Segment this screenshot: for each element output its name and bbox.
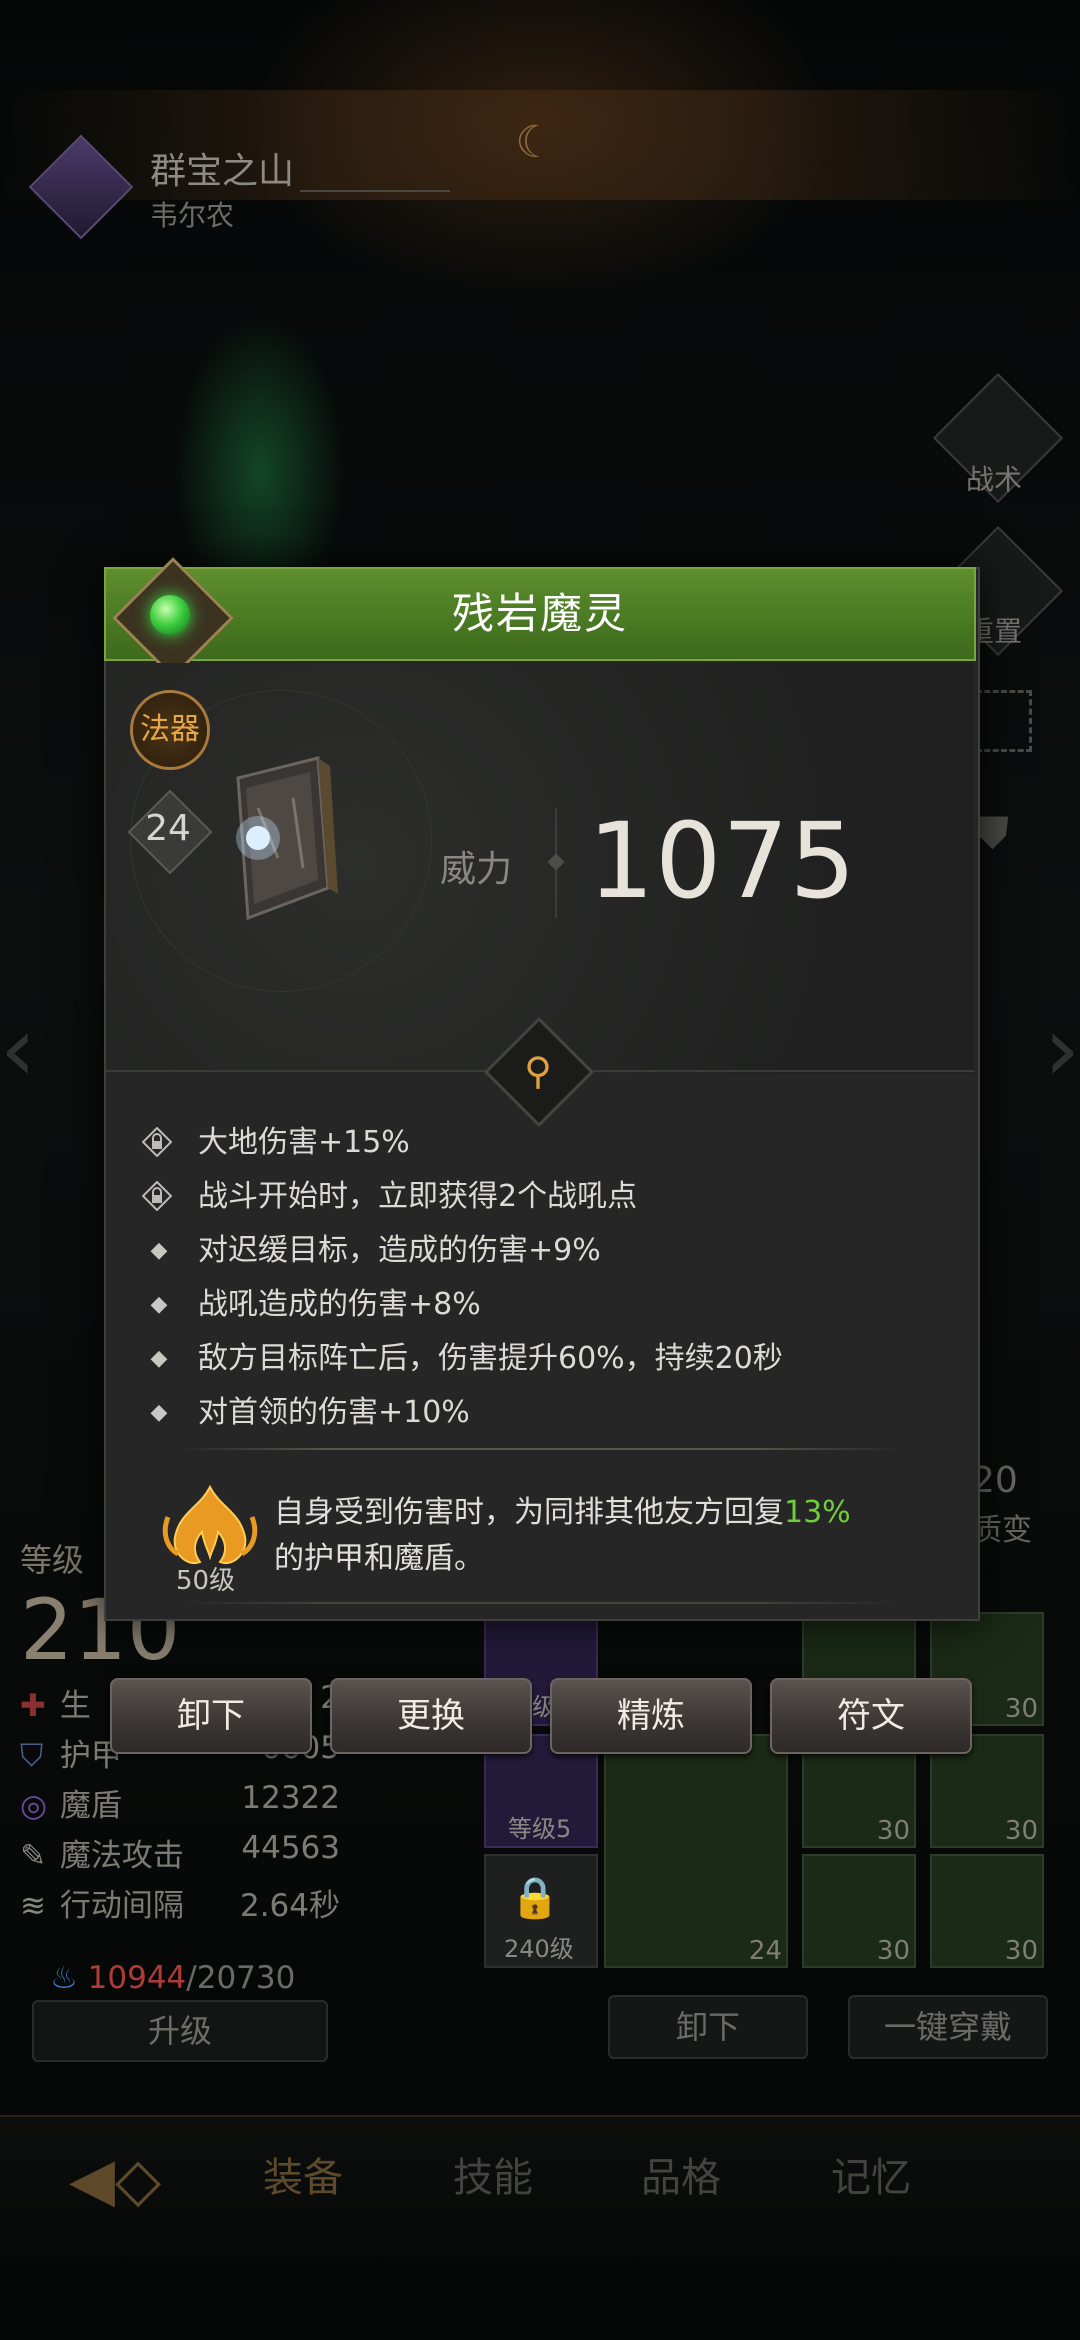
item-name: 残岩魔灵: [451, 589, 628, 638]
action-interval-icon: ≋: [20, 1888, 46, 1924]
tab-equipment[interactable]: 装备: [228, 2145, 378, 2203]
special-skill-flame-icon: [162, 1484, 258, 1565]
tab-skills[interactable]: 技能: [418, 2145, 568, 2203]
expand-icon[interactable]: [976, 690, 1032, 752]
power-value: 1075: [588, 800, 857, 922]
armor-preview-icon[interactable]: ⛊: [976, 808, 1026, 864]
attribute-text: 敌方目标阵亡后，伤害提升60%，持续20秒: [198, 1341, 783, 1376]
health-icon: ✚: [20, 1688, 46, 1724]
stat-row: ◎ 魔盾 12322: [20, 1780, 340, 1826]
back-arrow-icon[interactable]: ◀◇: [40, 2135, 190, 2225]
slot-level: 30: [876, 1816, 910, 1846]
popup-bottom-divider: [178, 1602, 902, 1604]
slot-level-label: 240级: [504, 1935, 574, 1963]
magic-attack-icon: ✎: [20, 1838, 46, 1874]
energy-current: 10944: [87, 1960, 187, 1996]
power-label: 威力: [440, 849, 513, 890]
tactics-label: 战术: [966, 463, 1023, 496]
main-equipment-slot[interactable]: 24: [604, 1734, 788, 1968]
refine-button[interactable]: 精炼: [550, 1678, 752, 1754]
diamond-bullet-icon: ◆: [150, 1400, 168, 1425]
attribute-text: 战斗开始时，立即获得2个战吼点: [198, 1179, 638, 1214]
stat-label: 魔法攻击: [59, 1838, 184, 1874]
stat-label: 魔盾: [59, 1788, 122, 1824]
slot-level: 30: [1004, 1816, 1038, 1846]
unequip-button[interactable]: 卸下: [110, 1678, 312, 1754]
hero-level-label: 等级: [20, 1541, 85, 1579]
energy-max: /20730: [186, 1960, 296, 1996]
slot-level-label: 等级5: [508, 1815, 572, 1843]
stat-value: 12322: [241, 1780, 340, 1816]
special-skill-level: 50级: [176, 1566, 236, 1596]
stat-value: 44563: [241, 1830, 340, 1866]
attribute-divider: [178, 1448, 902, 1450]
stat-row: ≋ 行动间隔 2.64秒: [20, 1880, 340, 1926]
tab-traits[interactable]: 品格: [606, 2145, 756, 2203]
zone-title: 群宝之山: [150, 151, 295, 192]
equipment-slot[interactable]: 30: [802, 1854, 916, 1968]
locked-attribute-icon: [142, 1127, 172, 1157]
stat-value: 2.64秒: [239, 1888, 340, 1924]
magic-shield-icon: ◎: [20, 1788, 48, 1824]
tab-memory[interactable]: 记忆: [796, 2145, 946, 2203]
previous-hero-arrow-icon[interactable]: ‹: [0, 990, 40, 1110]
diamond-bullet-icon: ◆: [150, 1292, 168, 1317]
attribute-row: ◆ 对迟缓目标，造成的伤害+9%: [140, 1229, 960, 1277]
locked-slot[interactable]: 🔒 240级: [484, 1854, 598, 1968]
diamond-bullet-icon: ◆: [150, 1238, 168, 1263]
slot-level: 24: [748, 1936, 782, 1966]
special-skill-description: 自身受到伤害时，为同排其他友方回复13% 的护甲和魔盾。: [274, 1490, 934, 1582]
upgrade-button[interactable]: 升级: [32, 2000, 328, 2062]
attribute-text: 对首领的伤害+10%: [198, 1395, 470, 1430]
attribute-text: 对迟缓目标，造成的伤害+9%: [198, 1233, 601, 1268]
energy-readout: ♨ 10944/20730: [50, 1960, 295, 1996]
attribute-text: 战吼造成的伤害+8%: [198, 1287, 481, 1322]
unequip-all-button[interactable]: 卸下: [608, 1995, 808, 2059]
stat-row: ✎ 魔法攻击 44563: [20, 1830, 340, 1876]
energy-icon: ♨: [50, 1960, 78, 1996]
slot-level: 30: [876, 1936, 910, 1966]
item-type-badge: 法器: [130, 690, 210, 770]
attribute-row: ◆ 对首领的伤害+10%: [140, 1391, 960, 1439]
skill-text-before: 自身受到伤害时，为同排其他友方回复: [274, 1495, 784, 1530]
attribute-text: 大地伤害+15%: [198, 1125, 410, 1160]
equipment-slot[interactable]: 30: [930, 1854, 1044, 1968]
magnify-icon[interactable]: ⚲: [500, 1038, 576, 1104]
slot-level: 30: [1004, 1694, 1038, 1724]
next-hero-arrow-icon[interactable]: ›: [1044, 990, 1080, 1110]
item-level: 24: [145, 808, 191, 849]
lock-icon: 🔒: [510, 1875, 560, 1921]
attribute-row: ◆ 敌方目标阵亡后，伤害提升60%，持续20秒: [140, 1337, 960, 1385]
skill-highlight-value: 13%: [784, 1495, 851, 1530]
slot-level: 30: [1004, 1936, 1038, 1966]
attribute-row: ◆ 战吼造成的伤害+8%: [140, 1283, 960, 1331]
replace-button[interactable]: 更换: [330, 1678, 532, 1754]
locked-attribute-icon: [142, 1181, 172, 1211]
equip-all-button[interactable]: 一键穿戴: [848, 1995, 1048, 2059]
attribute-row: 大地伤害+15%: [140, 1121, 960, 1169]
zone-subtitle: 韦尔农: [150, 199, 235, 232]
rune-button[interactable]: 符文: [770, 1678, 972, 1754]
stat-label: 生: [59, 1688, 91, 1724]
tome-artifact-icon: [236, 756, 338, 921]
stat-label: 行动间隔: [59, 1888, 184, 1924]
item-level-badge: 24: [127, 789, 213, 875]
armor-icon: ⛉: [20, 1738, 44, 1774]
skill-text-after: 的护甲和魔盾。: [274, 1541, 484, 1576]
moon-emblem-icon: ☾: [515, 117, 555, 168]
diamond-bullet-icon: ◆: [150, 1346, 168, 1371]
attribute-row: 战斗开始时，立即获得2个战吼点: [140, 1175, 960, 1223]
transform-label[interactable]: 质变: [972, 1505, 1032, 1549]
zone-divider: [300, 190, 450, 192]
